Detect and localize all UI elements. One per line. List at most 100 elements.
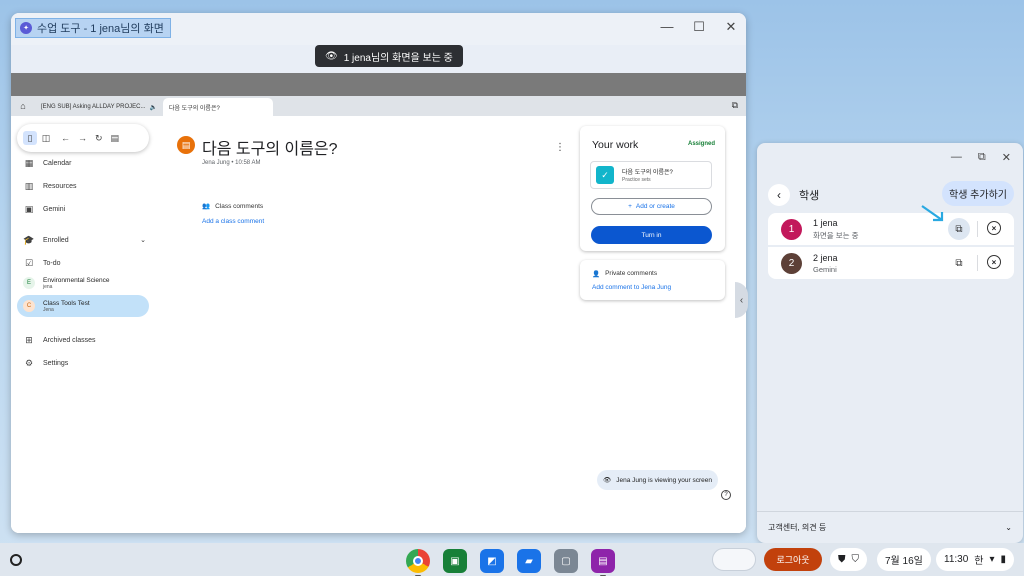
avatar: 1 [781,218,802,240]
divider [977,221,978,237]
classroom-icon[interactable]: ▣ [443,549,467,573]
todo-icon: ☑ [24,257,34,268]
enrolled-section[interactable]: 🎓 Enrolled ⌄ [23,235,146,245]
shared-screen: ⌂ [ENG SUB] Asking ALLDAY PROJEC... 🔈 다음… [11,73,746,533]
class-comments-text: Class comments [215,202,264,210]
enrolled-label: Enrolled [43,236,69,244]
add-or-create-label: Add or create [635,203,675,210]
course-environmental-science[interactable]: E Environmental Science jena [17,272,149,294]
pointer-arrow-icon [921,205,944,222]
back-button[interactable]: ‹ [768,184,790,206]
launcher-icon[interactable] [10,554,22,566]
avatar: 2 [781,252,802,274]
add-or-create-button[interactable]: + Add or create [591,198,712,215]
course-name: Class Tools Test [43,299,90,307]
sidebar-item-todo[interactable]: ☑ To-do [24,258,61,268]
course-owner: jena [43,283,53,290]
view-screen-button[interactable]: ⧉ [948,218,970,240]
sidebar-item-gemini[interactable]: ▣ Gemini [24,204,65,214]
status-badge: Assigned [687,141,715,147]
more-options-icon[interactable]: ⋮ [555,142,565,153]
battery-icon: ▮ [1000,554,1007,565]
gemini-icon: ▣ [24,203,34,214]
sidebar-item-archived[interactable]: ⊞ Archived classes [24,334,95,345]
logout-button[interactable]: 로그아웃 [764,548,822,571]
help-feedback-label: 고객센터, 의견 등 [768,523,827,532]
browser-tab-assignment[interactable]: 다음 도구의 이름은? [162,98,273,116]
split-layout-icon[interactable]: ◫ [39,131,53,145]
gear-icon: ⚙ [24,357,34,368]
shield-icon: ⛊ [838,554,846,565]
minimize-icon[interactable]: — [951,151,962,164]
close-icon[interactable]: ✕ [1002,151,1011,164]
private-comments-card: 👤 Private comments Add comment to Jena J… [580,260,725,300]
course-class-tools-test[interactable]: C Class Tools Test Jena [17,295,149,317]
student-row: 1 1 jena 화면을 보는 중 ⧉ × [768,213,1014,245]
wifi-icon: ▾ [989,554,995,565]
students-panel: — ⧉ ✕ ‹ 학생 학생 추가하기 1 1 jena 화면을 보는 중 ⧉ ×… [757,143,1023,543]
speaker-icon: 🔈 [149,104,157,111]
add-class-comment-link[interactable]: Add a class comment [202,218,264,225]
minimize-icon[interactable]: — [660,19,674,35]
app-icon[interactable]: ▢ [554,549,578,573]
back-icon[interactable]: ← [61,133,70,143]
chevron-down-icon: ⌄ [1005,523,1012,532]
remote-browser: ⌂ [ENG SUB] Asking ALLDAY PROJEC... 🔈 다음… [11,96,746,533]
chevron-down-icon: ⌄ [140,237,146,244]
system-shelf: ▣ ◩ ▰ ▢ ▤ 로그아웃 ⛊ ⛉ 7월 16일 11:30 한 ▾ ▮ [0,543,1024,576]
archive-icon: ⊞ [25,334,33,345]
add-private-comment-link[interactable]: Add comment to Jena Jung [592,284,671,291]
viewing-banner-text: 1 jena님의 화면을 보는 중 [343,52,453,64]
browser-tab-video[interactable]: [ENG SUB] Asking ALLDAY PROJEC... 🔈 [35,98,163,116]
page-content: ▯ ◫ ← → ↻ ▤ ▦ Calendar ▥ Resources ▣ Gem… [11,116,746,533]
sidebar-item-label: Gemini [43,205,66,213]
practice-set-icon: ✓ [596,166,614,184]
view-screen-button[interactable]: ⧉ [948,252,970,274]
restore-icon[interactable]: ⧉ [978,151,986,164]
help-icon[interactable]: ? [721,490,731,500]
assignment-main: ▤ 다음 도구의 이름은? Jena Jung • 10:58 AM ⋮ 👥 C… [154,116,746,533]
tab-strip-icon[interactable]: ▤ [111,133,120,144]
book-icon: ▥ [24,180,34,191]
files-icon[interactable]: ▰ [517,549,541,573]
add-student-button[interactable]: 학생 추가하기 [942,181,1014,206]
shield-icon: ⛉ [851,554,860,565]
viewer-titlebar: ✦ 수업 도구 - 1 jena님의 화면 — ☐ ✕ [11,13,746,45]
student-name: 2 jena [813,252,838,263]
viewing-banner: 👁 1 jena님의 화면을 보는 중 [315,45,463,67]
screencast-icon[interactable]: ◩ [480,549,504,573]
viewing-screen-chip: 👁 Jena Jung is viewing your screen [597,470,719,490]
home-icon[interactable]: ⌂ [11,101,35,111]
reload-icon[interactable]: ↻ [95,133,103,144]
your-work-title: Your work [592,139,639,151]
forward-icon[interactable]: → [78,133,87,143]
ime-label: 한 [974,556,984,567]
tab-search-icon[interactable]: ⧉ [732,100,738,111]
sidebar-item-label: Calendar [43,159,72,167]
sidebar-item-calendar[interactable]: ▦ Calendar [24,158,72,168]
remove-student-button[interactable]: × [987,255,1001,269]
sidebar-item-resources[interactable]: ▥ Resources [24,180,77,191]
panel-handle-chevron-icon[interactable]: ‹ [735,282,748,318]
class-tools-icon[interactable]: ▤ [591,549,615,576]
sidebar-item-settings[interactable]: ⚙ Settings [24,358,68,368]
sidebar-layout-icon[interactable]: ▯ [23,131,37,145]
course-badge: E [23,277,35,289]
remove-student-button[interactable]: × [987,221,1001,235]
sidebar-item-label: Settings [43,359,69,367]
security-status[interactable]: ⛊ ⛉ [830,548,867,571]
private-comments-label: 👤 Private comments [592,270,657,278]
people-icon: 👥 [202,203,211,210]
close-icon[interactable]: ✕ [724,19,738,35]
status-area[interactable]: 11:30 한 ▾ ▮ [936,548,1015,571]
date-pill[interactable]: 7월 16일 [877,548,931,571]
help-feedback-row[interactable]: 고객센터, 의견 등 ⌄ [757,511,1023,543]
viewer-title-text: 수업 도구 - 1 jena님의 화면 [37,23,164,35]
sidebar-item-label: Resources [43,182,77,190]
turn-in-button[interactable]: Turn in [591,226,712,244]
window-preview-icon[interactable] [712,548,756,571]
chrome-icon[interactable] [406,549,430,576]
attachment-item[interactable]: ✓ 다음 도구의 이름은? Practice sets [590,161,712,189]
screen-viewer-window: ✦ 수업 도구 - 1 jena님의 화면 — ☐ ✕ 👁 1 jena님의 화… [11,13,746,533]
maximize-icon[interactable]: ☐ [692,19,706,35]
